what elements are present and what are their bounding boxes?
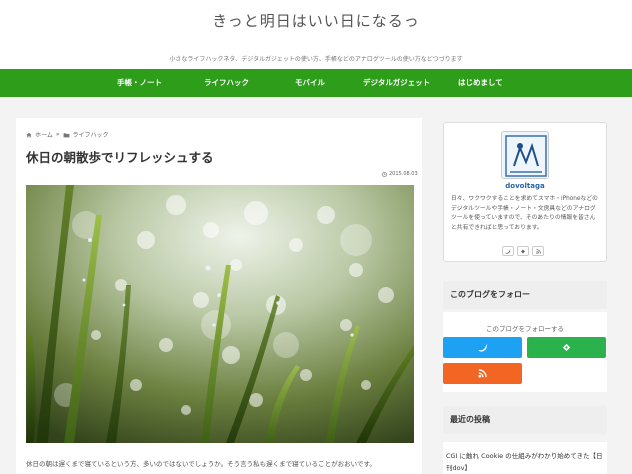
twitter-icon[interactable] <box>502 246 514 256</box>
recent-posts-widget: CGI に触れ Cookie の仕組みがわかり始めてきた【日刊dov】 <box>443 442 607 474</box>
nav-item-notebook[interactable]: 手帳・ノート <box>117 69 162 97</box>
follow-twitter-button[interactable] <box>443 337 522 358</box>
follow-widget: このブログをフォローする <box>443 312 607 392</box>
post-date-text: 2015.08.03 <box>389 171 418 177</box>
nav-item-digital-gadget[interactable]: デジタルガジェット <box>363 69 430 97</box>
nav-item-mobile[interactable]: モバイル <box>295 69 325 97</box>
post-excerpt: 休日の朝は遅くまで寝ているという方、多いのではないでしょうか。そう言う私も遅くま… <box>26 460 376 468</box>
follow-caption: このブログをフォローする <box>486 325 564 333</box>
profile-name[interactable]: dovoltaga <box>444 182 606 190</box>
profile-description: 日々、ワクワクすることを求めてスマホ・iPhoneなどのデジタルツールや手帳・ノ… <box>451 196 598 231</box>
home-icon <box>26 132 32 137</box>
site-header: きっと明日はいい日になるっ 小さなライフハックネタ、デジタルガジェットの使い方、… <box>0 0 632 69</box>
follow-rss-button[interactable] <box>443 363 522 384</box>
site-tagline: 小さなライフハックネタ、デジタルガジェットの使い方、手帳などのアナログツールの使… <box>169 56 463 63</box>
breadcrumb-separator: » <box>55 131 60 138</box>
breadcrumb-home-link[interactable]: ホーム <box>35 130 53 139</box>
main-nav: 手帳・ノート ライフハック モバイル デジタルガジェット はじめまして <box>0 69 632 97</box>
site-title[interactable]: きっと明日はいい日になるっ <box>0 10 632 31</box>
rss-icon <box>478 369 487 378</box>
folder-icon <box>63 132 69 137</box>
follow-feedly-button[interactable] <box>527 337 606 358</box>
twitter-icon <box>478 344 487 352</box>
feedly-icon <box>562 343 571 352</box>
follow-widget-heading: このブログをフォロー <box>443 281 607 309</box>
nav-item-about[interactable]: はじめまして <box>458 69 503 97</box>
rss-icon[interactable] <box>532 246 544 256</box>
profile-social-icons <box>502 246 544 256</box>
recent-posts-heading: 最近の投稿 <box>443 406 607 434</box>
avatar[interactable] <box>501 131 549 179</box>
recent-post-link[interactable]: CGI に触れ Cookie の仕組みがわかり始めてきた【日刊dov】 <box>446 450 606 474</box>
post-title: 休日の朝散歩でリフレッシュする <box>26 150 214 165</box>
profile-card: dovoltaga 日々、ワクワクすることを求めてスマホ・iPhoneなどのデジ… <box>443 122 607 262</box>
avatar-illustration <box>502 132 548 178</box>
breadcrumb-category-link[interactable]: ライフハック <box>73 130 109 139</box>
grass-dew-photo <box>26 185 414 443</box>
nav-item-lifehack[interactable]: ライフハック <box>204 69 249 97</box>
feedly-icon[interactable] <box>517 246 529 256</box>
clock-icon <box>382 171 387 177</box>
breadcrumb: ホーム » ライフハック <box>26 130 109 139</box>
post-hero-image <box>26 185 414 443</box>
post-date: 2015.08.03 <box>382 171 418 177</box>
